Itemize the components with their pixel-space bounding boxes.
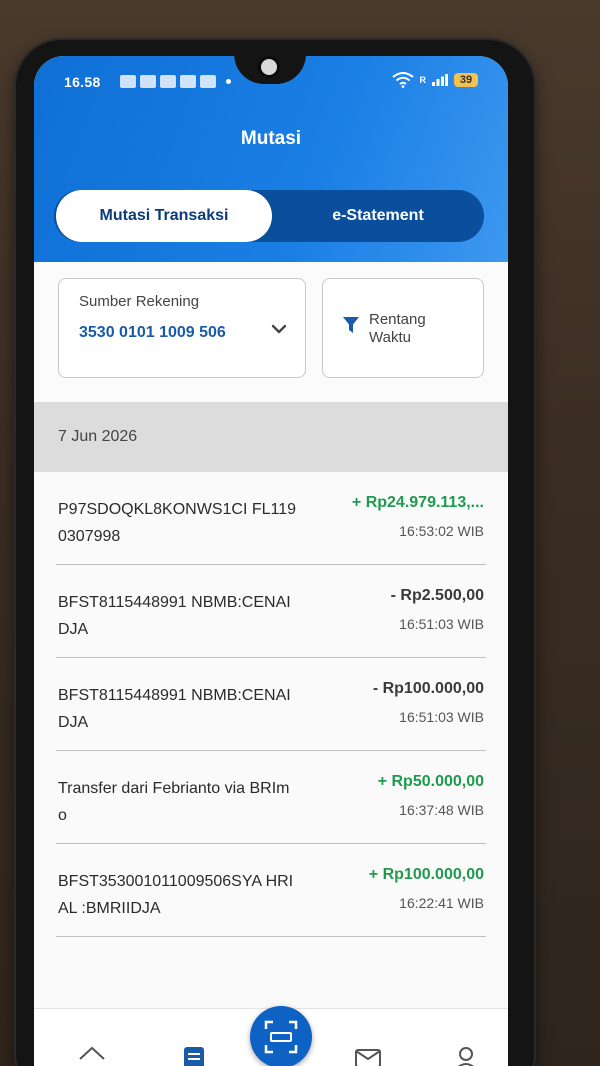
app-screen: 16.58 R 39 Mutasi Mutasi Transaksi e-Sta…: [34, 56, 508, 1066]
transaction-time: 16:51:03 WIB: [399, 709, 484, 725]
account-label: Sumber Rekening: [79, 293, 200, 310]
home-icon[interactable]: [78, 1045, 106, 1066]
qris-icon: [264, 1020, 298, 1054]
notification-icon: [140, 75, 156, 88]
transaction-time: 16:37:48 WIB: [399, 802, 484, 818]
transaction-description: BFST8115448991 NBMB:CENAIDJA: [58, 687, 291, 731]
transaction-list: P97SDOQKL8KONWS1CI FL1190307998 + Rp24.9…: [34, 472, 508, 1012]
transaction-amount: + Rp100.000,00: [368, 866, 484, 883]
transaction-amount: + Rp24.979.113,...: [351, 494, 484, 511]
right-status: R 39: [391, 72, 478, 88]
tab-switch: Mutasi Transaksi e-Statement: [54, 190, 484, 242]
account-selector[interactable]: Sumber Rekening 3530 0101 1009 506: [58, 278, 306, 378]
transaction-time: 16:22:41 WIB: [399, 895, 484, 911]
front-camera: [258, 56, 280, 78]
filter-area: Sumber Rekening 3530 0101 1009 506 Renta…: [34, 262, 508, 402]
profile-icon[interactable]: [452, 1045, 480, 1066]
transaction-row[interactable]: BFST8115448991 NBMB:CENAIDJA - Rp2.500,0…: [56, 565, 486, 658]
transaction-description: BFST8115448991 NBMB:CENAIDJA: [58, 594, 291, 638]
transaction-row[interactable]: BFST353001011009506SYA HRIAL :BMRIIDJA +…: [56, 844, 486, 937]
transaction-description: BFST353001011009506SYA HRIAL :BMRIIDJA: [58, 873, 294, 917]
page-title: Mutasi: [240, 128, 302, 149]
status-time: 16.58: [64, 74, 101, 90]
transaction-amount: - Rp100.000,00: [372, 680, 484, 697]
chevron-down-icon: [271, 324, 287, 334]
inbox-icon[interactable]: [354, 1045, 382, 1066]
wifi-icon: [391, 72, 414, 88]
mutasi-icon[interactable]: [180, 1045, 208, 1066]
transaction-row[interactable]: BFST8115448991 NBMB:CENAIDJA - Rp100.000…: [56, 658, 486, 751]
date-header: 7 Jun 2026: [34, 402, 508, 472]
transaction-time: 16:53:02 WIB: [399, 523, 484, 539]
transaction-description: Transfer dari Febrianto via BRImo: [58, 780, 290, 824]
tab-e-statement[interactable]: e-Statement: [272, 190, 484, 242]
transaction-row[interactable]: Transfer dari Febrianto via BRImo + Rp50…: [56, 751, 486, 844]
signal-label: R: [419, 75, 427, 85]
transaction-row[interactable]: P97SDOQKL8KONWS1CI FL1190307998 + Rp24.9…: [56, 472, 486, 565]
transaction-amount: + Rp50.000,00: [377, 773, 484, 790]
tab-mutasi-transaksi[interactable]: Mutasi Transaksi: [56, 190, 272, 242]
signal-icon: [432, 74, 448, 86]
transaction-description: P97SDOQKL8KONWS1CI FL1190307998: [58, 501, 297, 545]
notification-icon: [160, 75, 176, 88]
date-range-label: Rentang Waktu: [369, 311, 426, 346]
filter-icon: [343, 317, 359, 333]
header: 16.58 R 39 Mutasi Mutasi Transaksi e-Sta…: [34, 56, 508, 262]
date-range-filter[interactable]: Rentang Waktu: [322, 278, 484, 378]
transaction-time: 16:51:03 WIB: [399, 616, 484, 632]
transaction-amount: - Rp2.500,00: [390, 587, 484, 604]
more-notifications-dot: [226, 79, 231, 84]
account-number: 3530 0101 1009 506: [79, 324, 226, 341]
notification-icon: [180, 75, 196, 88]
notification-icons: [120, 75, 216, 88]
notification-icon: [120, 75, 136, 88]
notification-icon: [200, 75, 216, 88]
battery-indicator: 39: [454, 73, 478, 87]
qris-button[interactable]: [250, 1006, 312, 1066]
